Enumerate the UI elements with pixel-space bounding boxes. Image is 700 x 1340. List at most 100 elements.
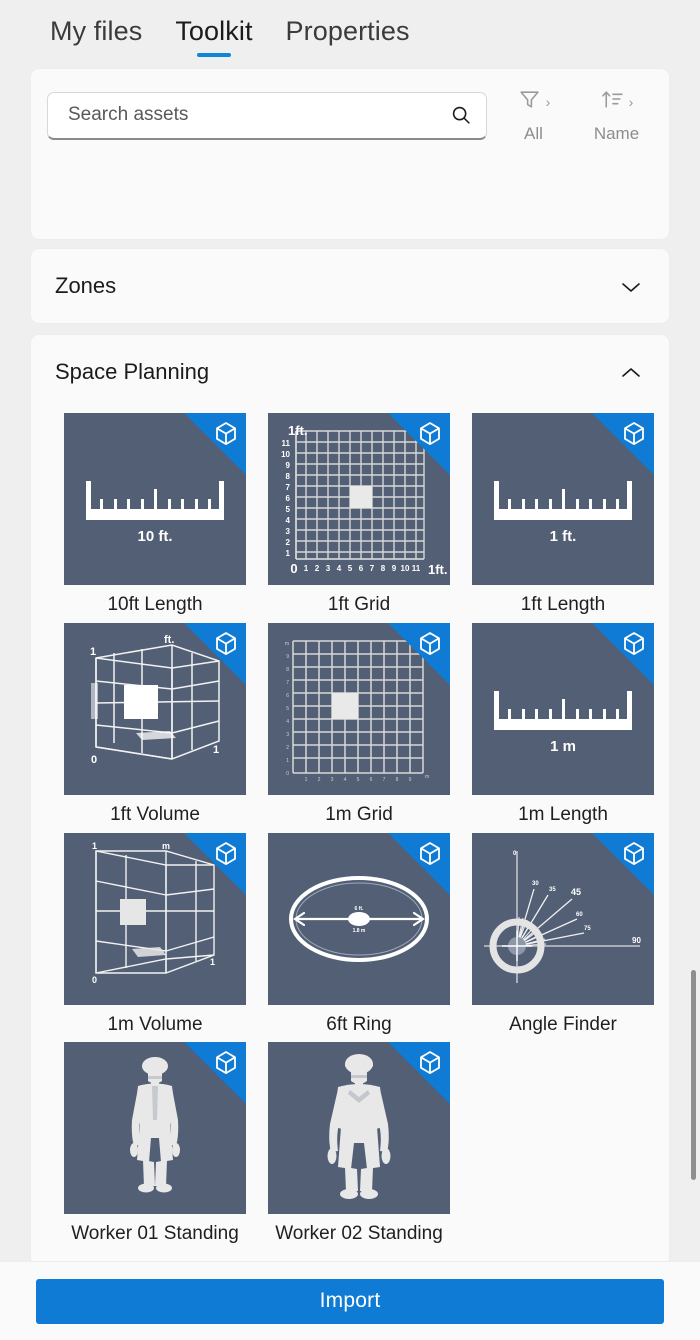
svg-text:1: 1 bbox=[213, 744, 219, 756]
svg-text:2: 2 bbox=[315, 564, 320, 573]
filter-control-top: › bbox=[517, 87, 550, 117]
asset-card-10ft-length[interactable]: 10 ft. 10ft Length bbox=[64, 413, 246, 617]
tab-toolkit[interactable]: Toolkit bbox=[175, 16, 252, 59]
svg-text:1 m: 1 m bbox=[550, 738, 576, 755]
asset-card-1m-length[interactable]: 1 m 1m Length bbox=[472, 622, 654, 827]
footer-bar: Import bbox=[0, 1261, 700, 1340]
svg-text:9: 9 bbox=[409, 777, 412, 783]
svg-text:5: 5 bbox=[357, 777, 360, 783]
svg-text:3: 3 bbox=[331, 777, 334, 783]
asset-thumbnail[interactable]: m 9 8 7 6 5 4 3 2 1 0 1 2 3 4 5 6 7 8 9 m bbox=[268, 622, 450, 795]
search-icon[interactable] bbox=[450, 104, 472, 126]
svg-text:1: 1 bbox=[286, 758, 289, 764]
ruler-1m-art: 1 m bbox=[494, 690, 632, 755]
svg-text:1: 1 bbox=[92, 841, 97, 851]
asset-thumbnail[interactable]: 1 ft. bbox=[472, 413, 654, 585]
tab-my-files-label: My files bbox=[50, 16, 143, 46]
asset-thumbnail[interactable]: 11 10 98 76 54 32 1 12 34 56 78 9 10 11 0 bbox=[268, 413, 450, 585]
svg-text:5: 5 bbox=[286, 505, 291, 514]
scrollbar-thumb[interactable] bbox=[691, 970, 696, 1180]
svg-text:5: 5 bbox=[348, 564, 353, 573]
filter-control-label: All bbox=[524, 124, 543, 143]
svg-text:4: 4 bbox=[286, 516, 291, 525]
section-space-planning-header[interactable]: Space Planning bbox=[31, 335, 669, 409]
svg-text:4: 4 bbox=[286, 719, 289, 725]
svg-text:0: 0 bbox=[286, 771, 289, 777]
chevron-up-icon[interactable] bbox=[621, 366, 641, 378]
search-input-wrapper[interactable] bbox=[47, 91, 487, 140]
active-tab-indicator bbox=[196, 53, 231, 57]
sort-ascending-icon bbox=[600, 87, 625, 117]
asset-card-1m-grid[interactable]: m 98 76 54 32 10 12 34 56 78 9m 1m Grid bbox=[268, 622, 450, 827]
filter-funnel-icon bbox=[517, 87, 542, 117]
asset-thumbnail[interactable]: 0 30 35 45 60 75 90 bbox=[472, 832, 654, 1005]
asset-card-6ft-ring[interactable]: 6 ft. 1.8 m 6ft Ring bbox=[268, 832, 450, 1037]
asset-thumbnail[interactable] bbox=[268, 1042, 450, 1215]
svg-text:90: 90 bbox=[632, 936, 641, 945]
svg-text:2: 2 bbox=[318, 777, 321, 783]
asset-label: Worker 01 Standing bbox=[71, 1223, 239, 1245]
sort-control-label: Name bbox=[593, 124, 640, 143]
svg-text:35: 35 bbox=[549, 887, 556, 893]
svg-text:6: 6 bbox=[286, 494, 291, 503]
svg-text:1: 1 bbox=[210, 957, 215, 967]
asset-grid: 10 ft. 10ft Length 11 10 9 8 7 6 5 4 3 2… bbox=[31, 409, 669, 1266]
svg-text:ft.: ft. bbox=[164, 634, 174, 646]
svg-text:6: 6 bbox=[359, 564, 364, 573]
asset-card-1ft-volume[interactable]: 1 ft. 0 1 1ft Volume bbox=[64, 622, 246, 827]
tab-properties[interactable]: Properties bbox=[286, 16, 410, 59]
svg-text:60: 60 bbox=[576, 912, 583, 918]
import-button[interactable]: Import bbox=[36, 1278, 664, 1324]
svg-text:m: m bbox=[285, 641, 289, 647]
worker-01-figure-art bbox=[130, 1057, 180, 1193]
chevron-down-icon[interactable] bbox=[621, 280, 641, 292]
svg-text:m: m bbox=[425, 774, 429, 780]
svg-text:45: 45 bbox=[571, 887, 581, 897]
svg-text:6 ft.: 6 ft. bbox=[355, 906, 365, 912]
asset-card-1ft-grid[interactable]: 11 10 98 76 54 32 1 12 34 56 78 9 10 11 0 bbox=[268, 413, 450, 617]
svg-text:7: 7 bbox=[286, 483, 291, 492]
section-zones-header[interactable]: Zones bbox=[31, 249, 669, 323]
svg-text:0: 0 bbox=[290, 561, 297, 576]
asset-label: Worker 02 Standing bbox=[275, 1223, 443, 1245]
filter-control[interactable]: › All bbox=[497, 87, 570, 144]
asset-thumbnail[interactable]: 1 m 0 1 bbox=[64, 832, 246, 1005]
asset-thumbnail[interactable]: 1 ft. 0 1 bbox=[64, 622, 246, 795]
svg-text:1: 1 bbox=[305, 777, 308, 783]
svg-text:1: 1 bbox=[304, 564, 309, 573]
asset-card-worker-02-standing[interactable]: Worker 02 Standing bbox=[268, 1042, 450, 1246]
svg-text:30: 30 bbox=[532, 881, 539, 887]
asset-card-angle-finder[interactable]: 0 30 35 45 60 75 90 Angle Finder bbox=[472, 832, 654, 1037]
svg-text:8: 8 bbox=[381, 564, 386, 573]
svg-text:5: 5 bbox=[286, 706, 289, 712]
ruler-10ft-art: 10 ft. bbox=[86, 481, 224, 545]
asset-thumbnail[interactable] bbox=[64, 1042, 246, 1215]
svg-text:1ft.: 1ft. bbox=[288, 423, 308, 438]
svg-text:75: 75 bbox=[584, 926, 591, 932]
svg-text:7: 7 bbox=[286, 680, 289, 686]
svg-text:10 ft.: 10 ft. bbox=[137, 528, 172, 545]
tab-my-files[interactable]: My files bbox=[50, 16, 142, 59]
asset-thumbnail[interactable]: 6 ft. 1.8 m bbox=[268, 832, 450, 1005]
grid-1ft-art: 1110 98 76 54 32 1 12 34 56 78 910 11 0 bbox=[281, 423, 448, 577]
asset-thumbnail[interactable]: 10 ft. bbox=[64, 413, 246, 585]
asset-label: 1m Volume bbox=[107, 1013, 203, 1035]
svg-text:7: 7 bbox=[370, 564, 375, 573]
asset-card-1ft-length[interactable]: 1 ft. 1ft Length bbox=[472, 413, 654, 617]
asset-thumbnail[interactable]: 1 m bbox=[472, 622, 654, 795]
svg-text:3: 3 bbox=[286, 527, 291, 536]
asset-label: 1m Grid bbox=[325, 803, 393, 825]
asset-label: 1ft Volume bbox=[110, 803, 200, 825]
search-input[interactable] bbox=[66, 103, 450, 127]
volume-1ft-art: 1 ft. 0 1 bbox=[90, 634, 220, 766]
svg-text:1: 1 bbox=[90, 646, 96, 658]
sort-control[interactable]: › Name bbox=[580, 87, 653, 144]
asset-card-worker-01-standing[interactable]: Worker 01 Standing bbox=[64, 1042, 246, 1246]
svg-text:3: 3 bbox=[286, 732, 289, 738]
svg-text:0: 0 bbox=[91, 754, 97, 766]
sort-chevron-right-icon: › bbox=[628, 94, 634, 110]
svg-text:1ft.: 1ft. bbox=[428, 562, 448, 577]
asset-card-1m-volume[interactable]: 1 m 0 1 1m Volume bbox=[64, 832, 246, 1037]
svg-text:9: 9 bbox=[286, 654, 289, 660]
section-zones[interactable]: Zones bbox=[30, 248, 670, 324]
